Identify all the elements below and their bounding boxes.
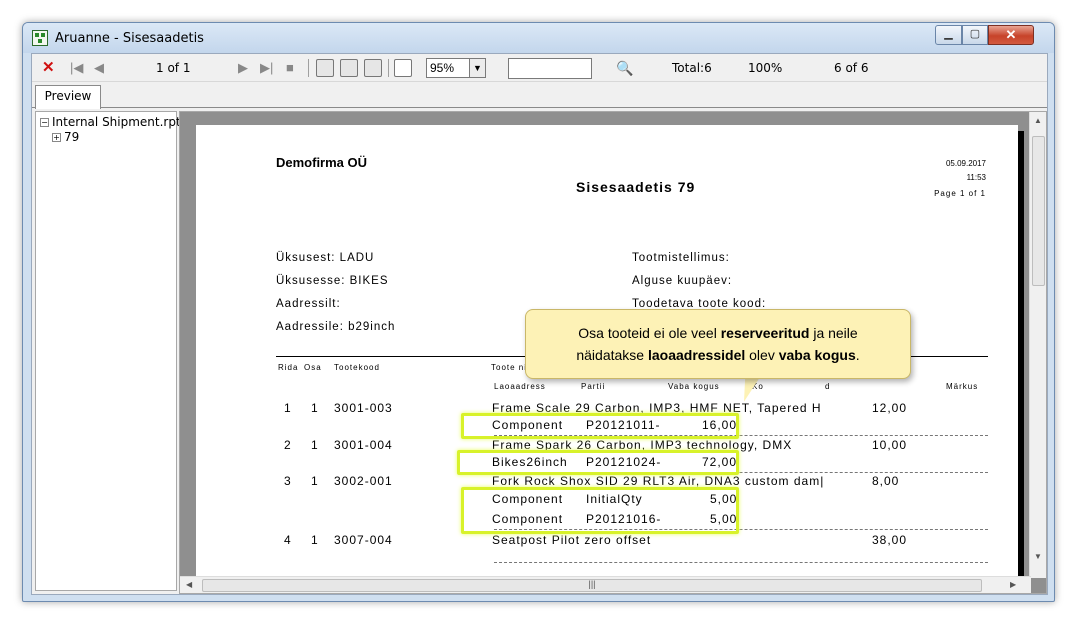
group-tree-icon[interactable] <box>394 59 412 77</box>
to-address: Aadressile: b29inch <box>276 321 396 333</box>
percent-value: 100% <box>748 61 783 75</box>
next-page-icon[interactable]: ▶ <box>238 59 248 77</box>
row-4-number: 4 <box>284 533 292 547</box>
scroll-right-icon[interactable]: ▶ <box>1010 580 1016 589</box>
tab-preview[interactable]: Preview <box>35 85 101 109</box>
tree-root-label: Internal Shipment.rpt <box>52 115 181 129</box>
print-setup-icon[interactable] <box>340 59 358 77</box>
col-free-qty: Vaba kogus <box>668 382 720 391</box>
scroll-down-icon[interactable]: ▼ <box>1034 552 1042 561</box>
col-qty-suffix: d <box>825 382 831 391</box>
total-count: Total:6 <box>672 61 712 75</box>
tab-bar: Preview <box>32 82 1047 109</box>
highlight-box <box>457 450 739 475</box>
page-number: Page 1 of 1 <box>934 189 986 198</box>
maximize-button[interactable]: ▢ <box>962 25 988 45</box>
row-4-code: 3007-004 <box>334 533 393 547</box>
close-button[interactable]: ✕ <box>988 25 1034 45</box>
report-toolbar: ✕ |◀ ◀ 1 of 1 ▶ ▶| ■ 95% ▼ 🔍 Total:6 100… <box>32 54 1047 82</box>
expand-icon[interactable]: + <box>52 133 61 142</box>
to-unit: Üksusesse: BIKES <box>276 275 389 287</box>
minimize-button[interactable]: ▁ <box>935 25 962 45</box>
row-4-qty: 38,00 <box>872 533 908 547</box>
highlight-box <box>461 487 739 534</box>
horizontal-scroll-thumb[interactable]: ||| <box>202 579 982 592</box>
row-2-qty: 10,00 <box>872 438 908 452</box>
window-title: Aruanne - Sisesaadetis <box>55 31 204 46</box>
zoom-select[interactable]: 95% ▼ <box>426 58 486 78</box>
report-date: 05.09.2017 <box>945 159 986 168</box>
from-unit: Üksusest: LADU <box>276 252 375 264</box>
prev-page-icon[interactable]: ◀ <box>94 59 104 77</box>
col-row: Rida <box>278 363 299 372</box>
print-icon[interactable] <box>316 59 334 77</box>
vertical-scroll-thumb[interactable] <box>1032 136 1045 286</box>
from-address: Aadressilt: <box>276 298 341 310</box>
first-page-icon[interactable]: |◀ <box>70 59 83 77</box>
page-indicator: 1 of 1 <box>156 61 191 75</box>
last-page-icon[interactable]: ▶| <box>260 59 273 77</box>
horizontal-scrollbar[interactable]: ◀ ||| ▶ <box>180 576 1031 593</box>
row-3-number: 3 <box>284 474 292 488</box>
binoculars-icon[interactable]: 🔍 <box>616 59 633 77</box>
row-4-part: 1 <box>311 533 319 547</box>
app-icon <box>32 30 48 46</box>
col-note: Märkus <box>946 382 979 391</box>
scroll-up-icon[interactable]: ▲ <box>1034 116 1042 125</box>
row-4-name: Seatpost Pilot zero offset <box>492 533 652 547</box>
highlight-box <box>461 413 739 439</box>
row-3-qty: 8,00 <box>872 474 900 488</box>
col-batch: Partii <box>581 382 606 391</box>
row-3-code: 3002-001 <box>334 474 393 488</box>
row-3-name: Fork Rock Shox SID 29 RLT3 Air, DNA3 cus… <box>492 474 825 488</box>
callout-note: Osa tooteid ei ole veel reserveeritud ja… <box>525 309 911 379</box>
record-count: 6 of 6 <box>834 61 869 75</box>
start-date: Alguse kuupäev: <box>632 275 733 287</box>
row-1-part: 1 <box>311 401 319 415</box>
report-title: Sisesaadetis 79 <box>576 179 696 195</box>
scroll-left-icon[interactable]: ◀ <box>186 580 192 589</box>
search-input[interactable] <box>508 58 592 79</box>
col-code: Tootekood <box>334 363 380 372</box>
stop-icon[interactable]: ✕ <box>42 59 55 77</box>
row-2-part: 1 <box>311 438 319 452</box>
group-tree: − Internal Shipment.rpt +79 <box>35 111 181 591</box>
row-1-qty: 12,00 <box>872 401 908 415</box>
stop-loading-icon[interactable]: ■ <box>286 59 294 77</box>
production-order: Tootmistellimus: <box>632 252 730 264</box>
row-1-number: 1 <box>284 401 292 415</box>
tree-child-label: 79 <box>64 130 80 144</box>
tree-item-79[interactable]: +79 <box>52 130 79 144</box>
row-1-code: 3001-003 <box>334 401 393 415</box>
row-divider <box>494 562 988 563</box>
zoom-value: 95% <box>430 61 455 75</box>
collapse-icon[interactable]: − <box>40 118 49 127</box>
col-part: Osa <box>304 363 322 372</box>
company-name: Demofirma OÜ <box>276 155 368 170</box>
col-location: Laoaadress <box>494 382 546 391</box>
title-bar: Aruanne - Sisesaadetis ▁ ▢ ✕ <box>23 23 1054 53</box>
tree-item-root[interactable]: − Internal Shipment.rpt <box>40 115 181 129</box>
row-3-part: 1 <box>311 474 319 488</box>
export-icon[interactable] <box>364 59 382 77</box>
row-2-number: 2 <box>284 438 292 452</box>
chevron-down-icon[interactable]: ▼ <box>469 59 485 77</box>
row-2-code: 3001-004 <box>334 438 393 452</box>
vertical-scrollbar[interactable]: ▲ ▼ <box>1029 112 1046 578</box>
report-time: 11:53 <box>966 173 986 182</box>
